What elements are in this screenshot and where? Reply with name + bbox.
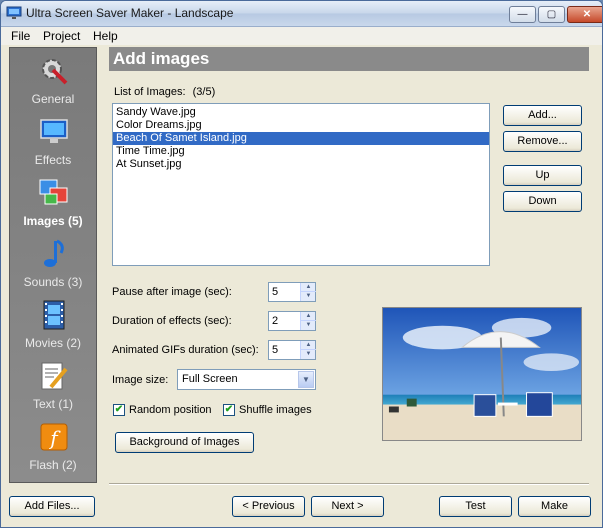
next-button[interactable]: Next > xyxy=(311,496,384,517)
sidebar-item-label: General xyxy=(31,92,75,106)
menu-bar: File Project Help xyxy=(1,27,602,45)
spin-down-icon[interactable]: ▼ xyxy=(301,321,316,330)
sidebar-item-label: Sounds (3) xyxy=(23,275,83,289)
list-count: (3/5) xyxy=(192,86,216,98)
list-item[interactable]: Time Time.jpg xyxy=(113,145,489,158)
list-item[interactable]: Color Dreams.jpg xyxy=(113,119,489,132)
random-position-label: Random position xyxy=(129,404,212,416)
page-title: Add images xyxy=(113,49,210,68)
duration-label: Duration of effects (sec): xyxy=(112,315,232,327)
add-button[interactable]: Add... xyxy=(503,105,582,126)
maximize-button[interactable]: ▢ xyxy=(538,6,565,23)
down-button[interactable]: Down xyxy=(503,191,582,212)
image-size-select[interactable]: Full Screen ▼ xyxy=(177,369,316,390)
sidebar-item-label: Images (5) xyxy=(23,214,83,228)
image-list[interactable]: Sandy Wave.jpg Color Dreams.jpg Beach Of… xyxy=(112,103,490,266)
spin-arrows: ▲ ▼ xyxy=(300,341,316,359)
spin-arrows: ▲ ▼ xyxy=(300,312,316,330)
spin-arrows: ▲ ▼ xyxy=(300,283,316,301)
footer-separator xyxy=(109,483,589,485)
spin-down-icon[interactable]: ▼ xyxy=(301,350,316,359)
list-label: List of Images: (3/5) xyxy=(114,86,215,98)
sidebar-item-images[interactable]: Images (5) xyxy=(10,170,96,230)
menu-project[interactable]: Project xyxy=(43,29,80,43)
add-files-button[interactable]: Add Files... xyxy=(9,496,95,517)
close-button[interactable]: ✕ xyxy=(567,6,602,23)
pause-label: Pause after image (sec): xyxy=(112,286,232,298)
sidebar-item-effects[interactable]: Effects xyxy=(10,109,96,169)
gif-duration-stepper[interactable]: 5 ▲ ▼ xyxy=(268,340,316,360)
sidebar-item-flash[interactable]: f Flash (2) xyxy=(10,414,96,474)
spin-up-icon[interactable]: ▲ xyxy=(301,312,316,321)
make-button[interactable]: Make xyxy=(518,496,591,517)
list-item[interactable]: At Sunset.jpg xyxy=(113,158,489,171)
menu-help[interactable]: Help xyxy=(93,29,118,43)
text-pencil-icon xyxy=(41,362,68,390)
pause-value: 5 xyxy=(272,286,279,298)
title-bar[interactable]: Ultra Screen Saver Maker - Landscape — ▢… xyxy=(1,1,602,27)
music-note-icon xyxy=(44,239,64,267)
remove-button[interactable]: Remove... xyxy=(503,131,582,152)
gif-duration-value: 5 xyxy=(272,344,279,356)
spin-up-icon[interactable]: ▲ xyxy=(301,341,316,350)
section-header: Add images xyxy=(109,47,589,71)
duration-value: 2 xyxy=(272,315,279,327)
app-monitor-icon xyxy=(6,6,22,19)
shuffle-images-checkbox[interactable]: ✔ xyxy=(223,404,235,416)
sidebar-item-label: Flash (2) xyxy=(29,458,77,472)
previous-button[interactable]: < Previous xyxy=(232,496,305,517)
random-position-checkbox[interactable]: ✔ xyxy=(113,404,125,416)
sidebar-item-movies[interactable]: Movies (2) xyxy=(10,292,96,352)
app-window: Ultra Screen Saver Maker - Landscape — ▢… xyxy=(0,0,603,528)
film-icon xyxy=(43,300,65,330)
list-label-text: List of Images: xyxy=(114,86,186,98)
monitor-icon xyxy=(40,119,68,143)
image-preview xyxy=(382,307,582,441)
shuffle-images-label: Shuffle images xyxy=(239,404,312,416)
sidebar-item-label: Movies (2) xyxy=(24,336,81,350)
duration-stepper[interactable]: 2 ▲ ▼ xyxy=(268,311,316,331)
minimize-button[interactable]: — xyxy=(509,6,536,23)
up-button[interactable]: Up xyxy=(503,165,582,186)
spin-down-icon[interactable]: ▼ xyxy=(301,292,316,301)
sidebar: General Effects Images (5) Sounds (3) Mo… xyxy=(9,47,97,483)
image-size-label: Image size: xyxy=(112,374,169,386)
sidebar-item-sounds[interactable]: Sounds (3) xyxy=(10,231,96,291)
background-of-images-button[interactable]: Background of Images xyxy=(115,432,254,453)
image-size-value: Full Screen xyxy=(182,373,238,385)
flash-icon: f xyxy=(40,423,68,451)
sidebar-item-label: Effects xyxy=(34,153,72,167)
sidebar-item-general[interactable]: General xyxy=(10,48,96,108)
sidebar-item-label: Text (1) xyxy=(32,397,73,411)
spin-up-icon[interactable]: ▲ xyxy=(301,283,316,292)
window-title: Ultra Screen Saver Maker - Landscape xyxy=(26,6,234,20)
gif-duration-label: Animated GIFs duration (sec): xyxy=(112,344,259,356)
images-icon xyxy=(39,179,68,205)
list-item[interactable]: Sandy Wave.jpg xyxy=(113,106,489,119)
test-button[interactable]: Test xyxy=(439,496,512,517)
gear-icon xyxy=(42,59,68,85)
sidebar-item-text[interactable]: Text (1) xyxy=(10,353,96,413)
list-item-selected[interactable]: Beach Of Samet Island.jpg xyxy=(113,132,489,145)
chevron-down-icon[interactable]: ▼ xyxy=(298,371,314,388)
pause-stepper[interactable]: 5 ▲ ▼ xyxy=(268,282,316,302)
menu-file[interactable]: File xyxy=(11,29,30,43)
